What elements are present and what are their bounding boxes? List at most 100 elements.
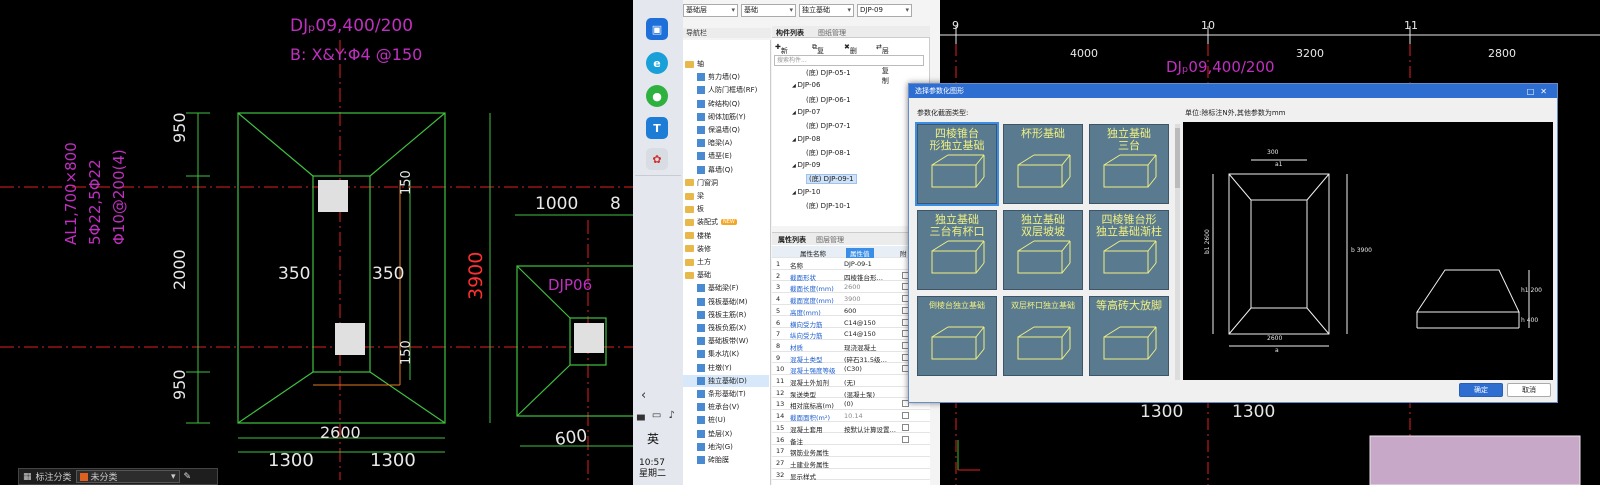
nav-item[interactable]: 桩(U) — [683, 414, 769, 426]
property-value[interactable]: 3900 — [844, 295, 861, 303]
tab-layer-manager[interactable]: 图层管理 — [816, 235, 844, 245]
close-icon[interactable]: ✕ — [1540, 87, 1553, 96]
property-value[interactable]: (C30) — [844, 365, 862, 373]
clock[interactable]: 10:57 星期二 — [639, 458, 666, 480]
attach-checkbox[interactable] — [902, 423, 909, 431]
property-row[interactable]: 7 纵向受力筋 C14@150 — [772, 328, 930, 340]
property-value[interactable]: (混凝土泵) — [844, 389, 875, 399]
nav-item[interactable]: 垫层(X) — [683, 428, 769, 440]
nav-item[interactable]: 筏板基础(M) — [683, 296, 769, 308]
cancel-button[interactable]: 取消 — [1507, 383, 1551, 397]
property-row[interactable]: 5 高度(mm) 600 — [772, 305, 930, 317]
category-dropdown[interactable]: 基础 — [741, 4, 796, 17]
ok-button[interactable]: 确定 — [1459, 383, 1503, 397]
tab-drawing-manager[interactable]: 图纸管理 — [818, 28, 846, 38]
nav-item[interactable]: 装修 — [683, 243, 769, 255]
nav-item[interactable]: 砖结构(Q) — [683, 98, 769, 110]
property-row[interactable]: 11 混凝土外加剂 (无) — [772, 375, 930, 387]
tab-component-list[interactable]: 构件列表 — [776, 28, 804, 38]
property-value[interactable]: (无) — [844, 377, 856, 387]
property-value[interactable]: C14@150 — [844, 330, 876, 338]
nav-item[interactable]: 柱墩(Y) — [683, 362, 769, 374]
property-value[interactable]: 四棱锥台形… — [844, 272, 883, 282]
annotation-category-select[interactable]: 未分类 ▾ — [75, 470, 180, 483]
shape-thumbnail[interactable]: 倒棱台独立基础 — [917, 296, 997, 376]
copy-button[interactable]: ⧉ 复制 — [812, 43, 824, 65]
property-value[interactable]: C14@150 — [844, 319, 876, 327]
nav-item[interactable]: 砖胎膜 — [683, 454, 769, 466]
property-row[interactable]: 1 名称 DJP-09-1 — [772, 258, 930, 270]
new-button[interactable]: ✚ 新建 — [775, 43, 788, 65]
property-value[interactable]: 按默认计算设置… — [844, 424, 896, 434]
shape-thumbnail[interactable]: 四棱锥台形 独立基础渐柱 — [1089, 210, 1169, 290]
property-value[interactable]: (碎石31.5级… — [844, 354, 887, 364]
nav-item[interactable]: 地沟(G) — [683, 441, 769, 453]
nav-item[interactable]: 墙垩(E) — [683, 150, 769, 162]
property-value[interactable]: (0) — [844, 400, 853, 408]
property-row[interactable]: 17 钢筋业务属性 — [772, 445, 930, 457]
nav-item[interactable]: 门窗洞 — [683, 177, 769, 189]
component-search-input[interactable]: 搜索构件... — [774, 55, 924, 66]
shape-thumbnail[interactable]: 独立基础 三台有杯口 — [917, 210, 997, 290]
nav-item[interactable]: 装配式 NEW — [683, 216, 769, 228]
nav-item[interactable]: 基础梁(F) — [683, 282, 769, 294]
nav-item[interactable]: 桩承台(V) — [683, 401, 769, 413]
component-group[interactable]: ◢ DJP-09 — [792, 161, 820, 169]
attach-checkbox[interactable] — [902, 412, 909, 420]
cad-canvas-left[interactable]: DJₚ09,400/200 B: X&Y:Φ4 @150 950 2000 95… — [0, 0, 633, 485]
nav-item[interactable]: 梁 — [683, 190, 769, 202]
property-row[interactable]: 12 泵送类型 (混凝土泵) — [772, 387, 930, 399]
property-row[interactable]: 6 横向受力筋 C14@150 — [772, 317, 930, 329]
component-item[interactable]: (底) DJP-09-1 — [806, 174, 857, 185]
component-item[interactable]: (底) DJP-05-1 — [806, 68, 851, 78]
property-row[interactable]: 9 混凝土类型 (碎石31.5级… — [772, 352, 930, 364]
nav-item[interactable]: 保温墙(Q) — [683, 124, 769, 136]
nav-item[interactable]: 人防门框墙(RF) — [683, 84, 769, 96]
chevron-left-icon[interactable]: ‹ — [641, 388, 646, 403]
system-tray-icons[interactable]: ▄ ▭ ♪ — [637, 410, 677, 421]
nav-item[interactable]: 幕墙(Q) — [683, 164, 769, 176]
nav-item[interactable]: 筏板负筋(X) — [683, 322, 769, 334]
maximize-icon[interactable]: □ — [1527, 87, 1541, 96]
shape-thumbnail[interactable]: 四棱锥台 形独立基础 — [915, 122, 999, 206]
component-item[interactable]: (底) DJP-10-1 — [806, 201, 851, 211]
tab-property-list[interactable]: 属性列表 — [778, 235, 806, 245]
t-app-icon[interactable]: T — [646, 117, 668, 139]
thumbnail-scrollbar[interactable] — [1175, 124, 1180, 380]
attach-checkbox[interactable] — [902, 435, 909, 443]
nav-item[interactable]: 剪力墙(Q) — [683, 71, 769, 83]
component-group[interactable]: ◢ DJP-08 — [792, 135, 820, 143]
edit-icon[interactable]: ✎ — [184, 472, 192, 482]
property-row[interactable]: 10 混凝土强度等级 (C30) — [772, 363, 930, 375]
property-value[interactable]: 现浇混凝土 — [844, 342, 877, 352]
property-row[interactable]: 8 材质 现浇混凝土 — [772, 340, 930, 352]
component-group[interactable]: ◢ DJP-06 — [792, 81, 820, 89]
property-row[interactable]: 27 土建业务属性 — [772, 457, 930, 469]
component-item[interactable]: (底) DJP-06-1 — [806, 95, 851, 105]
component-group[interactable]: ◢ DJP-10 — [792, 188, 820, 196]
property-value[interactable]: DJP-09-1 — [844, 260, 872, 268]
property-row[interactable]: 4 截面宽度(mm) 3900 — [772, 293, 930, 305]
shape-thumbnail[interactable]: 杯形基础 — [1003, 124, 1083, 204]
floor-copy-button[interactable]: ⇄ 层间复制 — [876, 43, 889, 85]
shape-thumbnail[interactable]: 双层杯口独立基础 — [1003, 296, 1083, 376]
property-row[interactable]: 2 截面形状 四棱锥台形… — [772, 270, 930, 282]
component-dropdown[interactable]: DJP-09 — [857, 4, 912, 17]
property-row[interactable]: 32 显示样式 — [772, 469, 930, 481]
shape-thumbnail[interactable]: 等高砖大放脚 — [1089, 296, 1169, 376]
nav-item[interactable]: 基础板带(W) — [683, 335, 769, 347]
property-value[interactable]: 600 — [844, 307, 856, 315]
nav-item[interactable]: 楼梯 — [683, 230, 769, 242]
component-item[interactable]: (底) DJP-07-1 — [806, 121, 851, 131]
glodon-app-icon[interactable]: ✿ — [646, 148, 668, 170]
property-row[interactable]: 16 备注 — [772, 434, 930, 446]
ime-indicator[interactable]: 英 — [647, 430, 659, 447]
property-value[interactable]: 10.14 — [844, 412, 863, 420]
edge-browser-icon[interactable]: e — [646, 52, 668, 74]
nav-item[interactable]: 轴 — [683, 58, 769, 70]
property-row[interactable]: 14 截面面积(m²) 10.14 — [772, 410, 930, 422]
nav-item[interactable]: 板 — [683, 203, 769, 215]
nav-item[interactable]: 土方 — [683, 256, 769, 268]
wechat-icon[interactable]: ● — [646, 85, 668, 107]
app-icon-blue[interactable]: ▣ — [646, 18, 668, 40]
